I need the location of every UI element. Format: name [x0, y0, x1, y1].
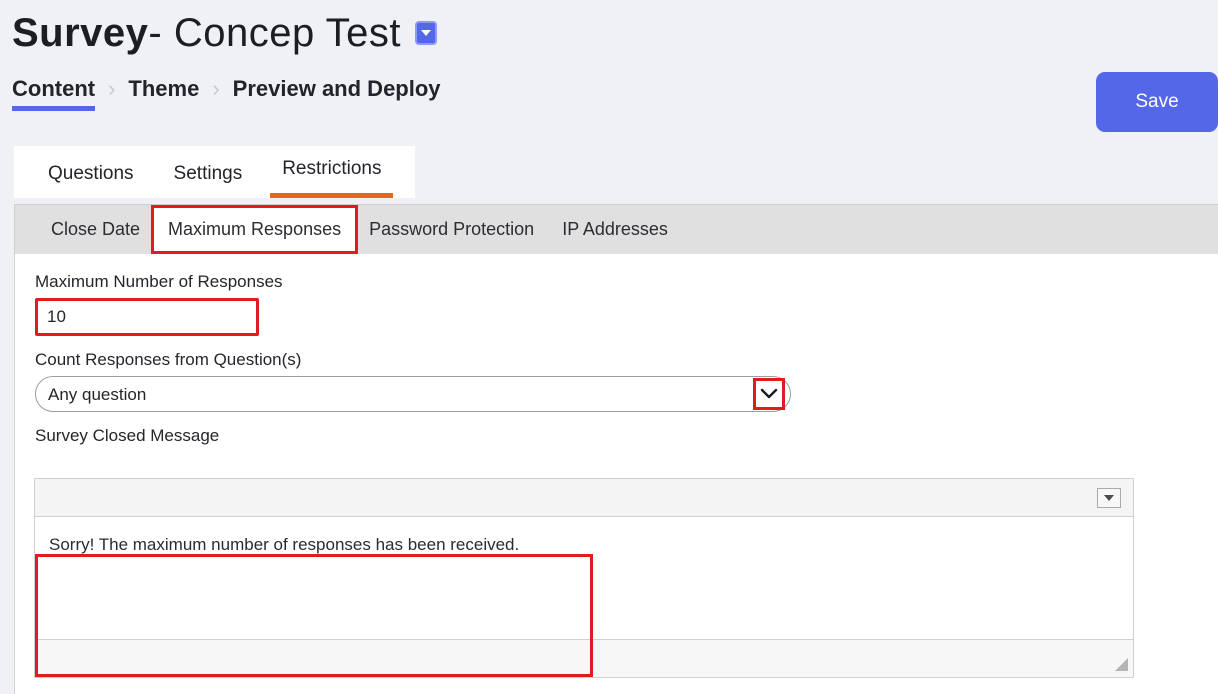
caret-down-icon[interactable] [414, 21, 437, 45]
tab-restrictions[interactable]: Restrictions [270, 158, 394, 198]
editor-toolbar [34, 478, 1134, 516]
resize-handle-icon[interactable] [1115, 658, 1128, 671]
subtab-ip-addresses[interactable]: IP Addresses [548, 208, 682, 251]
count-responses-select-wrapper: Any question [35, 376, 791, 412]
breadcrumb: Content › Theme › Preview and Deploy [12, 76, 441, 118]
tab-settings[interactable]: Settings [162, 163, 255, 198]
subtab-maximum-responses[interactable]: Maximum Responses [151, 205, 359, 254]
breadcrumb-item-content[interactable]: Content [12, 76, 96, 111]
closed-message-text: Sorry! The maximum number of responses h… [49, 535, 520, 554]
editor-status-bar [34, 640, 1134, 678]
caret-down-glyph [420, 30, 431, 36]
page-title-row: Survey- Concep Test [12, 6, 437, 60]
subtab-password-protection[interactable]: Password Protection [355, 208, 548, 251]
sub-tab-bar: Close Date Maximum Responses Password Pr… [14, 204, 1218, 254]
caret-down-icon[interactable] [1097, 487, 1121, 508]
editor-text-area[interactable]: Sorry! The maximum number of responses h… [34, 516, 1134, 677]
page-title-rest: - Concep Test [148, 10, 401, 55]
max-responses-label: Maximum Number of Responses [35, 272, 283, 291]
closed-message-editor: Sorry! The maximum number of responses h… [34, 478, 1134, 678]
count-responses-label: Count Responses from Question(s) [35, 350, 302, 369]
count-responses-select[interactable]: Any question [35, 376, 791, 412]
tab-questions[interactable]: Questions [36, 163, 146, 198]
subtab-close-date[interactable]: Close Date [37, 208, 154, 251]
breadcrumb-separator-icon: › [108, 76, 116, 101]
breadcrumb-item-theme[interactable]: Theme [128, 76, 199, 106]
max-responses-input[interactable] [35, 298, 259, 336]
page-title: Survey- Concep Test [12, 11, 401, 56]
caret-down-glyph [1104, 494, 1114, 501]
breadcrumb-separator-icon: › [212, 76, 220, 101]
page-title-bold: Survey [12, 10, 149, 55]
save-button[interactable]: Save [1096, 72, 1218, 132]
closed-message-label: Survey Closed Message [35, 426, 220, 445]
breadcrumb-item-preview-and-deploy[interactable]: Preview and Deploy [233, 76, 441, 106]
main-tab-bar: Questions Settings Restrictions [14, 146, 416, 198]
